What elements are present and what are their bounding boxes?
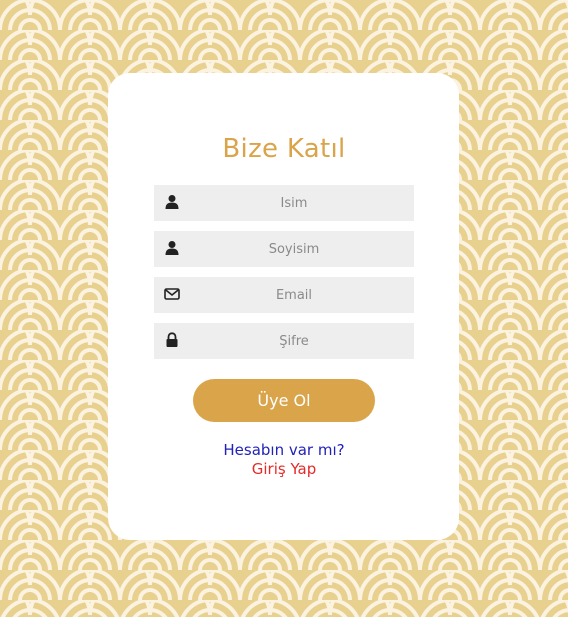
password-input[interactable] (154, 323, 414, 359)
form-title: Bize Katıl (222, 134, 346, 164)
password-field (154, 323, 414, 359)
account-question: Hesabın var mı? (0, 441, 568, 460)
email-field (154, 277, 414, 313)
email-input[interactable] (154, 277, 414, 313)
login-link-row: Giriş Yap (0, 460, 568, 479)
account-question-text: Hesabın var mı? (223, 441, 345, 459)
first-name-field (154, 185, 414, 221)
login-link[interactable]: Giriş Yap (252, 460, 317, 478)
last-name-field (154, 231, 414, 267)
signup-button[interactable]: Üye Ol (193, 379, 375, 422)
first-name-input[interactable] (154, 185, 414, 221)
last-name-input[interactable] (154, 231, 414, 267)
